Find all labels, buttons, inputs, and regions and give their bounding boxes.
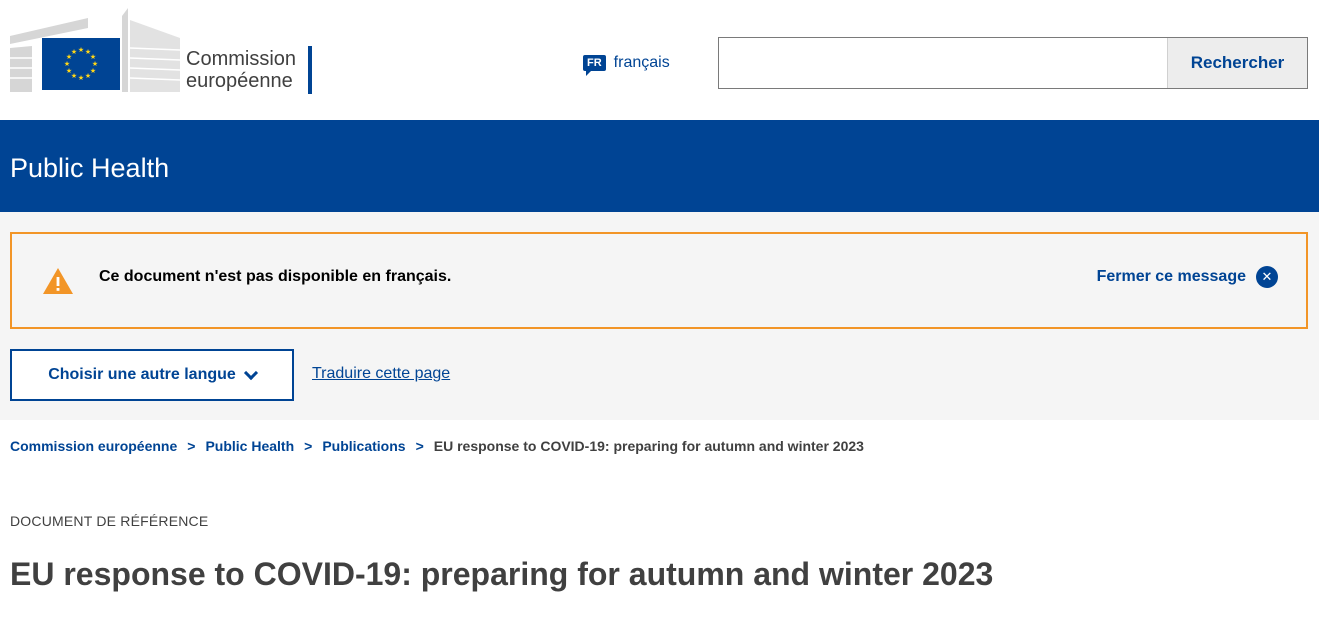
svg-text:★: ★ (78, 46, 84, 54)
language-selector[interactable]: FR français (583, 52, 670, 76)
close-notice-button[interactable]: Fermer ce message ✕ (1097, 266, 1278, 288)
chevron-right-icon: > (415, 438, 424, 454)
chevron-right-icon: > (304, 438, 313, 454)
site-banner: Public Health (0, 120, 1319, 212)
translate-page-link[interactable]: Traduire cette page (312, 365, 450, 383)
language-code-badge: FR (583, 55, 606, 76)
chevron-right-icon: > (187, 438, 196, 454)
choose-language-button[interactable]: Choisir une autre langue (10, 349, 294, 401)
site-header: ★ ★ ★ ★ ★ ★ ★ ★ ★ ★ ★ ★ Commission européenne FR… (0, 0, 1319, 120)
breadcrumb-item-commission[interactable]: Commission européenne (10, 438, 177, 454)
logo-line-1: Commission (186, 48, 297, 70)
svg-text:★: ★ (71, 48, 77, 56)
commission-logo[interactable]: ★ ★ ★ ★ ★ ★ ★ ★ ★ ★ ★ ★ Commission européenne (10, 8, 320, 94)
logo-wordmark: Commission européenne (186, 48, 318, 92)
close-icon: ✕ (1256, 266, 1278, 288)
chevron-down-icon (243, 365, 258, 380)
notice-message: Ce document n'est pas disponible en fran… (99, 268, 452, 285)
breadcrumb-current: EU response to COVID-19: preparing for a… (433, 438, 864, 454)
search-button[interactable]: Rechercher (1167, 38, 1307, 88)
svg-text:★: ★ (85, 72, 91, 80)
svg-text:★: ★ (78, 74, 84, 82)
unavailable-language-notice: Ce document n'est pas disponible en fran… (10, 232, 1308, 329)
search-input[interactable] (719, 38, 1167, 88)
document-type-label: DOCUMENT DE RÉFÉRENCE (10, 513, 209, 529)
svg-text:★: ★ (64, 60, 70, 68)
warning-icon (43, 268, 73, 294)
language-label: français (613, 54, 670, 71)
eu-flag-icon: ★ ★ ★ ★ ★ ★ ★ ★ ★ ★ ★ ★ (42, 38, 120, 90)
language-notice-area: Ce document n'est pas disponible en fran… (0, 212, 1319, 420)
breadcrumb-item-public-health[interactable]: Public Health (205, 438, 294, 454)
breadcrumb: Commission européenne > Public Health > … (10, 438, 864, 454)
page-title: EU response to COVID-19: preparing for a… (10, 556, 994, 592)
search-form: Rechercher (718, 37, 1308, 89)
logo-divider (308, 46, 312, 94)
close-notice-label: Fermer ce message (1096, 268, 1246, 285)
site-title[interactable]: Public Health (10, 153, 169, 184)
choose-language-label: Choisir une autre langue (48, 366, 236, 383)
svg-text:★: ★ (66, 67, 72, 75)
logo-line-2: européenne (186, 70, 293, 92)
breadcrumb-item-publications[interactable]: Publications (322, 438, 405, 454)
